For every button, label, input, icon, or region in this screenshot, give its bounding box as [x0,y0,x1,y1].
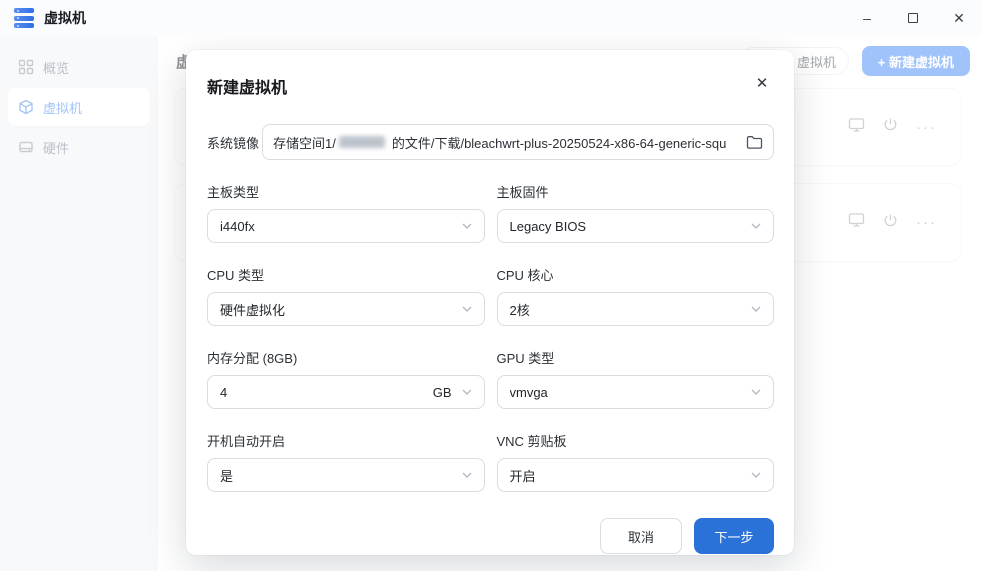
board-firmware-select[interactable]: Legacy BIOS [497,209,775,243]
field-vnc-clipboard: VNC 剪贴板 开启 [497,431,775,492]
titlebar: 虚拟机 – ✕ [0,0,982,36]
new-vm-dialog: 新建虚拟机 ✕ 系统镜像 存储空间1/ 的文件/下载/bleachwrt-plu… [186,50,794,555]
field-label: 主板固件 [497,182,775,201]
field-board-firmware: 主板固件 Legacy BIOS [497,182,775,243]
field-label: CPU 核心 [497,265,775,284]
redacted-username [339,136,385,148]
chevron-down-icon [751,223,761,229]
system-image-label: 系统镜像 [207,133,262,152]
close-icon[interactable]: ✕ [750,71,774,95]
field-label: CPU 类型 [207,265,485,284]
field-gpu-type: GPU 类型 vmvga [497,348,775,409]
window-controls: – ✕ [844,0,982,36]
field-label: 主板类型 [207,182,485,201]
chevron-down-icon [462,223,472,229]
vnc-clipboard-select[interactable]: 开启 [497,458,775,492]
system-image-input[interactable]: 存储空间1/ 的文件/下载/bleachwrt-plus-20250524-x8… [262,124,774,160]
board-type-select[interactable]: i440fx [207,209,485,243]
chevron-down-icon [462,472,472,478]
chevron-down-icon [462,389,472,395]
cancel-button[interactable]: 取消 [600,518,682,554]
chevron-down-icon [462,306,472,312]
cpu-type-select[interactable]: 硬件虚拟化 [207,292,485,326]
field-cpu-cores: CPU 核心 2核 [497,265,775,326]
chevron-down-icon [751,472,761,478]
dialog-title: 新建虚拟机 [207,74,774,98]
app-title: 虚拟机 [44,8,86,28]
cpu-cores-select[interactable]: 2核 [497,292,775,326]
next-step-button[interactable]: 下一步 [694,518,774,554]
field-autostart: 开机自动开启 是 [207,431,485,492]
minimize-icon[interactable]: – [844,0,890,36]
close-window-icon[interactable]: ✕ [936,0,982,36]
maximize-icon[interactable] [890,0,936,36]
field-memory: 内存分配 (8GB) 4 GB [207,348,485,409]
memory-input[interactable]: 4 GB [207,375,485,409]
chevron-down-icon [751,389,761,395]
field-cpu-type: CPU 类型 硬件虚拟化 [207,265,485,326]
browse-folder-icon[interactable] [746,135,763,150]
system-image-path: 存储空间1/ 的文件/下载/bleachwrt-plus-20250524-x8… [273,133,738,152]
autostart-select[interactable]: 是 [207,458,485,492]
field-label: 内存分配 (8GB) [207,348,485,367]
field-board-type: 主板类型 i440fx [207,182,485,243]
app-logo-server-icon [14,8,34,28]
field-label: GPU 类型 [497,348,775,367]
chevron-down-icon [751,306,761,312]
memory-unit-label: GB [433,385,452,400]
gpu-type-select[interactable]: vmvga [497,375,775,409]
field-label: VNC 剪贴板 [497,431,775,450]
field-label: 开机自动开启 [207,431,485,450]
